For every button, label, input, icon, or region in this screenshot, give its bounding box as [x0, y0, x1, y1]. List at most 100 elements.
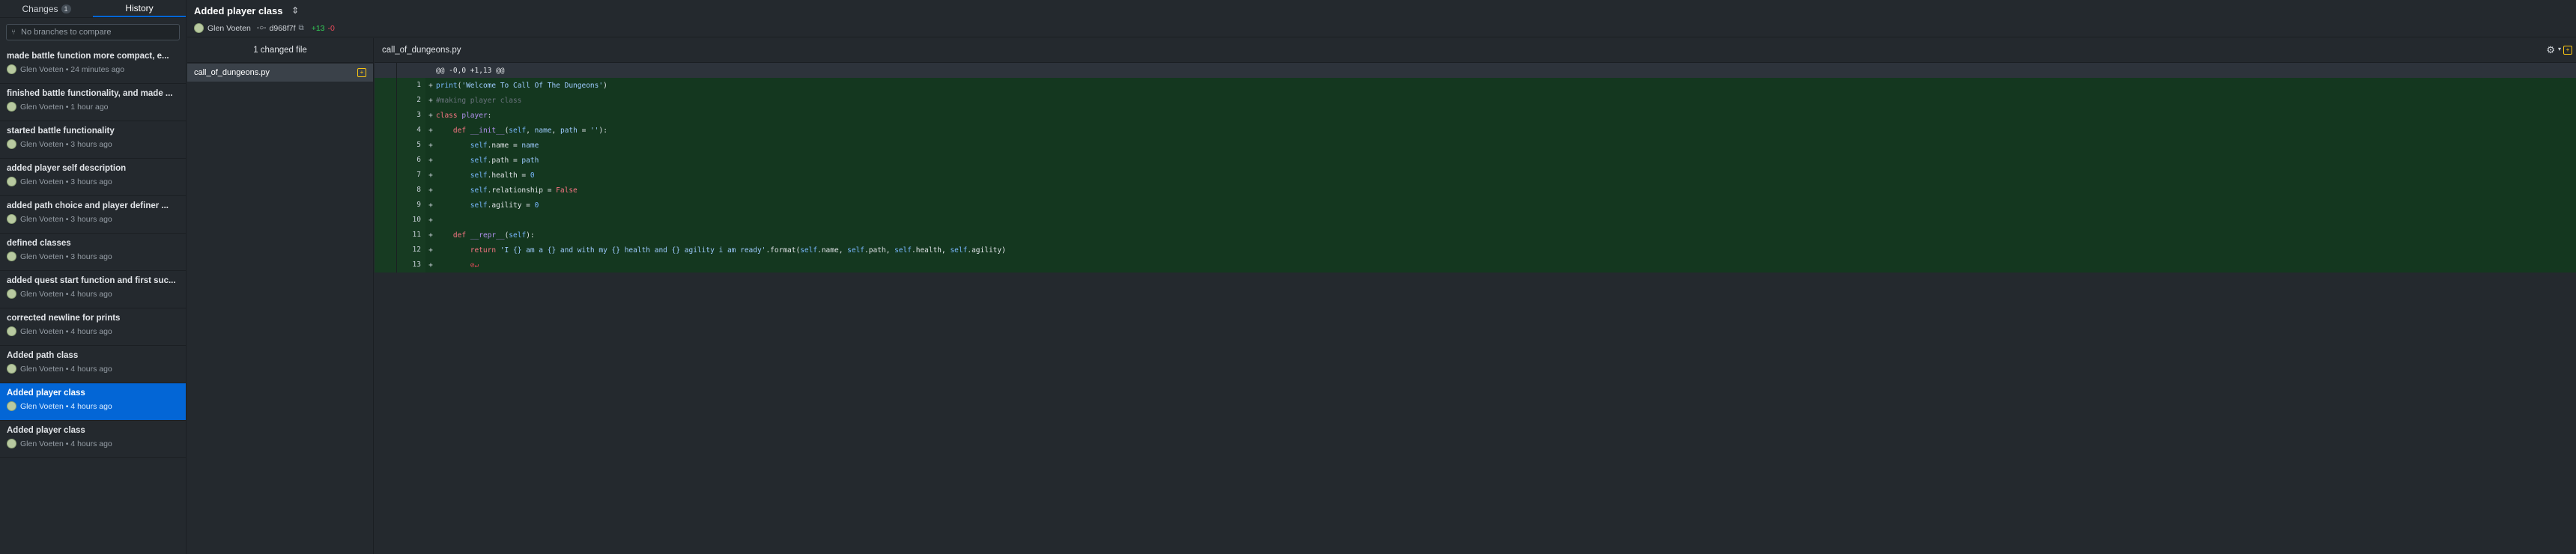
- avatar: [7, 439, 16, 448]
- line-number: 7: [397, 168, 425, 183]
- diff-line: 3 + class player:: [375, 108, 2576, 123]
- commit-item[interactable]: corrected newline for prints Glen Voeten…: [0, 308, 186, 346]
- tab-changes[interactable]: Changes 1: [0, 0, 93, 17]
- commit-title: added player self description: [7, 164, 127, 173]
- commit-meta: Glen Voeten • 3 hours ago: [20, 139, 112, 149]
- lines-added: +13: [311, 23, 325, 33]
- commit-item[interactable]: made battle function more compact, e... …: [0, 46, 186, 84]
- tab-changes-label: Changes: [22, 3, 58, 14]
- added-file-icon: +: [357, 68, 366, 77]
- changed-files-panel: 1 changed file call_of_dungeons.py +: [187, 38, 374, 554]
- added-file-icon: +: [2563, 46, 2572, 55]
- commit-meta: Glen Voeten • 4 hours ago: [20, 326, 112, 336]
- line-number: 13: [397, 258, 425, 273]
- commit-meta: Glen Voeten • 3 hours ago: [20, 214, 112, 224]
- line-number: 5: [397, 138, 425, 153]
- commit-title: Added player class: [7, 426, 85, 435]
- commit-item-selected[interactable]: Added player class Glen Voeten • 4 hours…: [0, 383, 186, 421]
- diff-view: call_of_dungeons.py ⚙ ▾ + @@ -0,0 +1,13 …: [375, 38, 2576, 554]
- branch-compare-input[interactable]: [19, 27, 169, 37]
- diff-line: 12 + return 'I {} am a {} and with my {} …: [375, 243, 2576, 258]
- commit-item[interactable]: added path choice and player definer ...…: [0, 196, 186, 234]
- commit-title: Added player class: [7, 389, 85, 398]
- commit-item[interactable]: added player self description Glen Voete…: [0, 159, 186, 196]
- lines-deleted: -0: [327, 23, 335, 33]
- commit-summary-title: Added player class: [194, 5, 283, 16]
- gear-icon[interactable]: ⚙: [2546, 44, 2555, 56]
- commit-meta: Glen Voeten • 3 hours ago: [20, 177, 112, 186]
- changed-files-summary: 1 changed file: [187, 38, 373, 63]
- hunk-text: @@ -0,0 +1,13 @@: [436, 66, 505, 75]
- line-number: 3: [397, 108, 425, 123]
- commit-title: corrected newline for prints: [7, 314, 121, 323]
- chevron-down-icon[interactable]: ▾: [2558, 46, 2561, 52]
- changes-count-badge: 1: [61, 4, 71, 13]
- avatar: [194, 23, 204, 33]
- commit-icon: -○-: [256, 24, 267, 32]
- changed-file-name: call_of_dungeons.py: [194, 68, 270, 77]
- diff-line: 5 + self.name = name: [375, 138, 2576, 153]
- avatar: [7, 401, 16, 411]
- commit-meta: Glen Voeten • 4 hours ago: [20, 289, 112, 299]
- commit-author: Glen Voeten: [207, 23, 251, 33]
- avatar: [7, 139, 16, 149]
- avatar: [7, 289, 16, 299]
- line-number: 12: [397, 243, 425, 258]
- copy-icon[interactable]: ⧉: [299, 24, 304, 32]
- sidebar-tabs: Changes 1 History: [0, 0, 186, 18]
- commit-summary-header: Added player class ⇕ Glen Voeten -○- d96…: [187, 0, 2576, 37]
- line-number: 10: [397, 213, 425, 228]
- commit-list: made battle function more compact, e... …: [0, 46, 186, 458]
- commit-item[interactable]: finished battle functionality, and made …: [0, 84, 186, 121]
- commit-title: added quest start function and first suc…: [7, 276, 176, 285]
- line-number: 9: [397, 198, 425, 213]
- line-number: 2: [397, 93, 425, 108]
- branch-compare-filter[interactable]: ⑂: [6, 24, 180, 40]
- avatar: [7, 64, 16, 74]
- diff-line: 7 + self.health = 0: [375, 168, 2576, 183]
- diff-line: 13 + ⊘↵: [375, 258, 2576, 273]
- diff-lines: @@ -0,0 +1,13 @@ 1 + print('Welcome To Ca…: [375, 63, 2576, 273]
- diff-line: 8 + self.relationship = False: [375, 183, 2576, 198]
- commit-meta: Glen Voeten • 3 hours ago: [20, 252, 112, 261]
- avatar: [7, 214, 16, 224]
- avatar: [7, 252, 16, 261]
- diff-file-name: call_of_dungeons.py: [382, 46, 461, 55]
- commit-summary-meta: Glen Voeten -○- d968f7f ⧉ +13 -0: [194, 23, 335, 33]
- line-number: 1: [397, 78, 425, 93]
- commit-meta: Glen Voeten • 24 minutes ago: [20, 64, 125, 74]
- line-number: 6: [397, 153, 425, 168]
- commit-title: started battle functionality: [7, 127, 115, 136]
- commit-title: finished battle functionality, and made …: [7, 89, 173, 98]
- avatar: [7, 102, 16, 112]
- avatar: [7, 177, 16, 186]
- commit-item[interactable]: started battle functionality Glen Voeten…: [0, 121, 186, 159]
- expand-icon[interactable]: ⇕: [291, 5, 299, 16]
- commit-meta: Glen Voeten • 1 hour ago: [20, 102, 109, 112]
- diff-header: call_of_dungeons.py ⚙ ▾ +: [375, 38, 2576, 63]
- tab-history[interactable]: History: [93, 0, 186, 17]
- line-number: 8: [397, 183, 425, 198]
- commit-meta: Glen Voeten • 4 hours ago: [20, 439, 112, 448]
- commit-meta: Glen Voeten • 4 hours ago: [20, 364, 112, 374]
- commit-item[interactable]: added quest start function and first suc…: [0, 271, 186, 308]
- diff-line: 1 + print('Welcome To Call Of The Dungeon…: [375, 78, 2576, 93]
- branch-icon: ⑂: [11, 28, 16, 37]
- line-number: 4: [397, 123, 425, 138]
- commit-title: Added path class: [7, 351, 79, 360]
- avatar: [7, 364, 16, 374]
- commit-item[interactable]: Added player class Glen Voeten • 4 hours…: [0, 421, 186, 458]
- diff-line: 4 + def __init__(self, name, path = ''):: [375, 123, 2576, 138]
- tab-history-label: History: [125, 2, 154, 13]
- diff-line: 6 + self.path = path: [375, 153, 2576, 168]
- diff-hunk-header: @@ -0,0 +1,13 @@: [375, 63, 2576, 78]
- commit-title: made battle function more compact, e...: [7, 52, 169, 61]
- avatar: [7, 326, 16, 336]
- commit-item[interactable]: Added path class Glen Voeten • 4 hours a…: [0, 346, 186, 383]
- diff-line: 9 + self.agility = 0: [375, 198, 2576, 213]
- commit-title: added path choice and player definer ...: [7, 201, 169, 210]
- diff-line: 2 + #making player class: [375, 93, 2576, 108]
- commit-item[interactable]: defined classes Glen Voeten • 3 hours ag…: [0, 234, 186, 271]
- commit-sha[interactable]: d968f7f: [270, 24, 296, 33]
- changed-file-item[interactable]: call_of_dungeons.py +: [187, 64, 373, 82]
